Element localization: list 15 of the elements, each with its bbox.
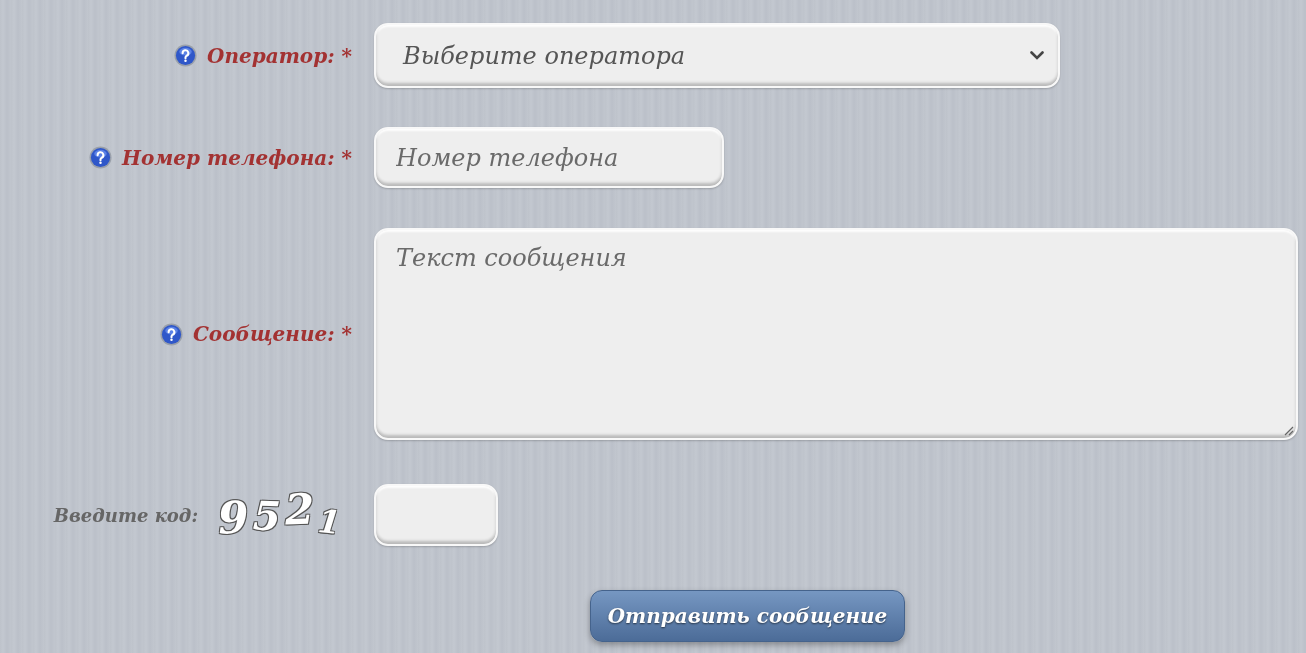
text-area-field[interactable]: Текст сообщения xyxy=(374,228,1298,440)
field-label: Сообщение: * xyxy=(192,321,352,348)
help-icon[interactable] xyxy=(174,44,198,67)
text-input-field[interactable]: Номер телефона xyxy=(374,127,724,188)
help-icon[interactable] xyxy=(159,322,183,346)
help-icon[interactable] xyxy=(89,146,113,169)
resize-grip-icon[interactable] xyxy=(1284,426,1294,436)
field-label: Номер телефона: * xyxy=(122,144,352,172)
field-label: Введите код: xyxy=(53,503,199,528)
captcha-code: 9521 xyxy=(218,493,340,537)
field-label: Оператор: * xyxy=(207,42,352,70)
chevron-icon xyxy=(1030,51,1044,60)
dropdown-select[interactable]: Выберите оператора xyxy=(374,23,1060,88)
submit-button[interactable]: Отправить сообщение xyxy=(590,590,905,642)
code-input-field[interactable] xyxy=(374,484,498,546)
